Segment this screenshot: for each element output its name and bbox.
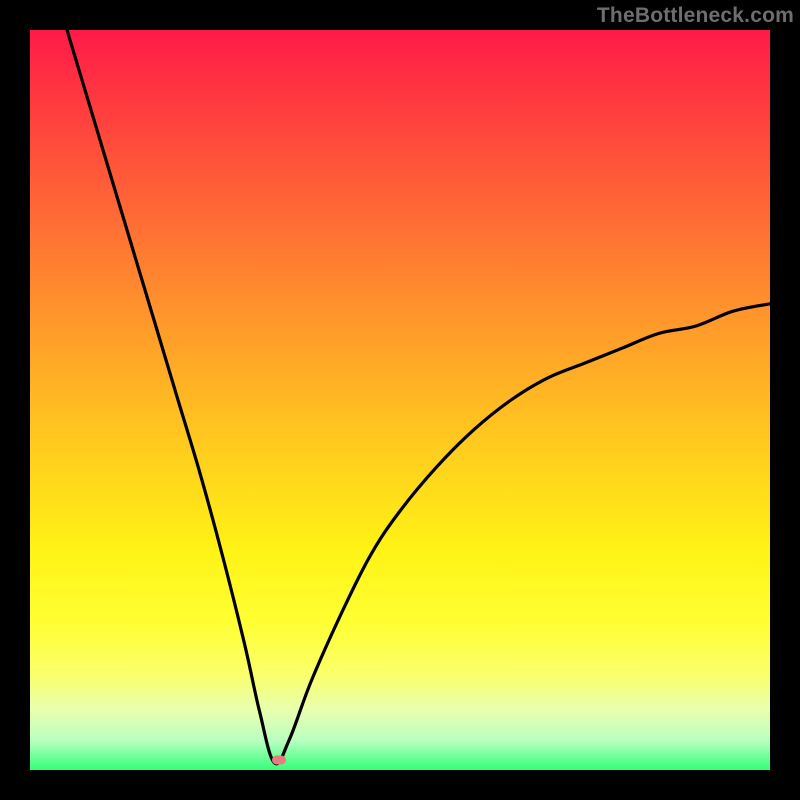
plot-area <box>30 30 770 770</box>
bottleneck-curve <box>30 30 770 770</box>
chart-frame: TheBottleneck.com <box>0 0 800 800</box>
minimum-marker <box>272 756 286 765</box>
watermark-text: TheBottleneck.com <box>597 4 794 28</box>
